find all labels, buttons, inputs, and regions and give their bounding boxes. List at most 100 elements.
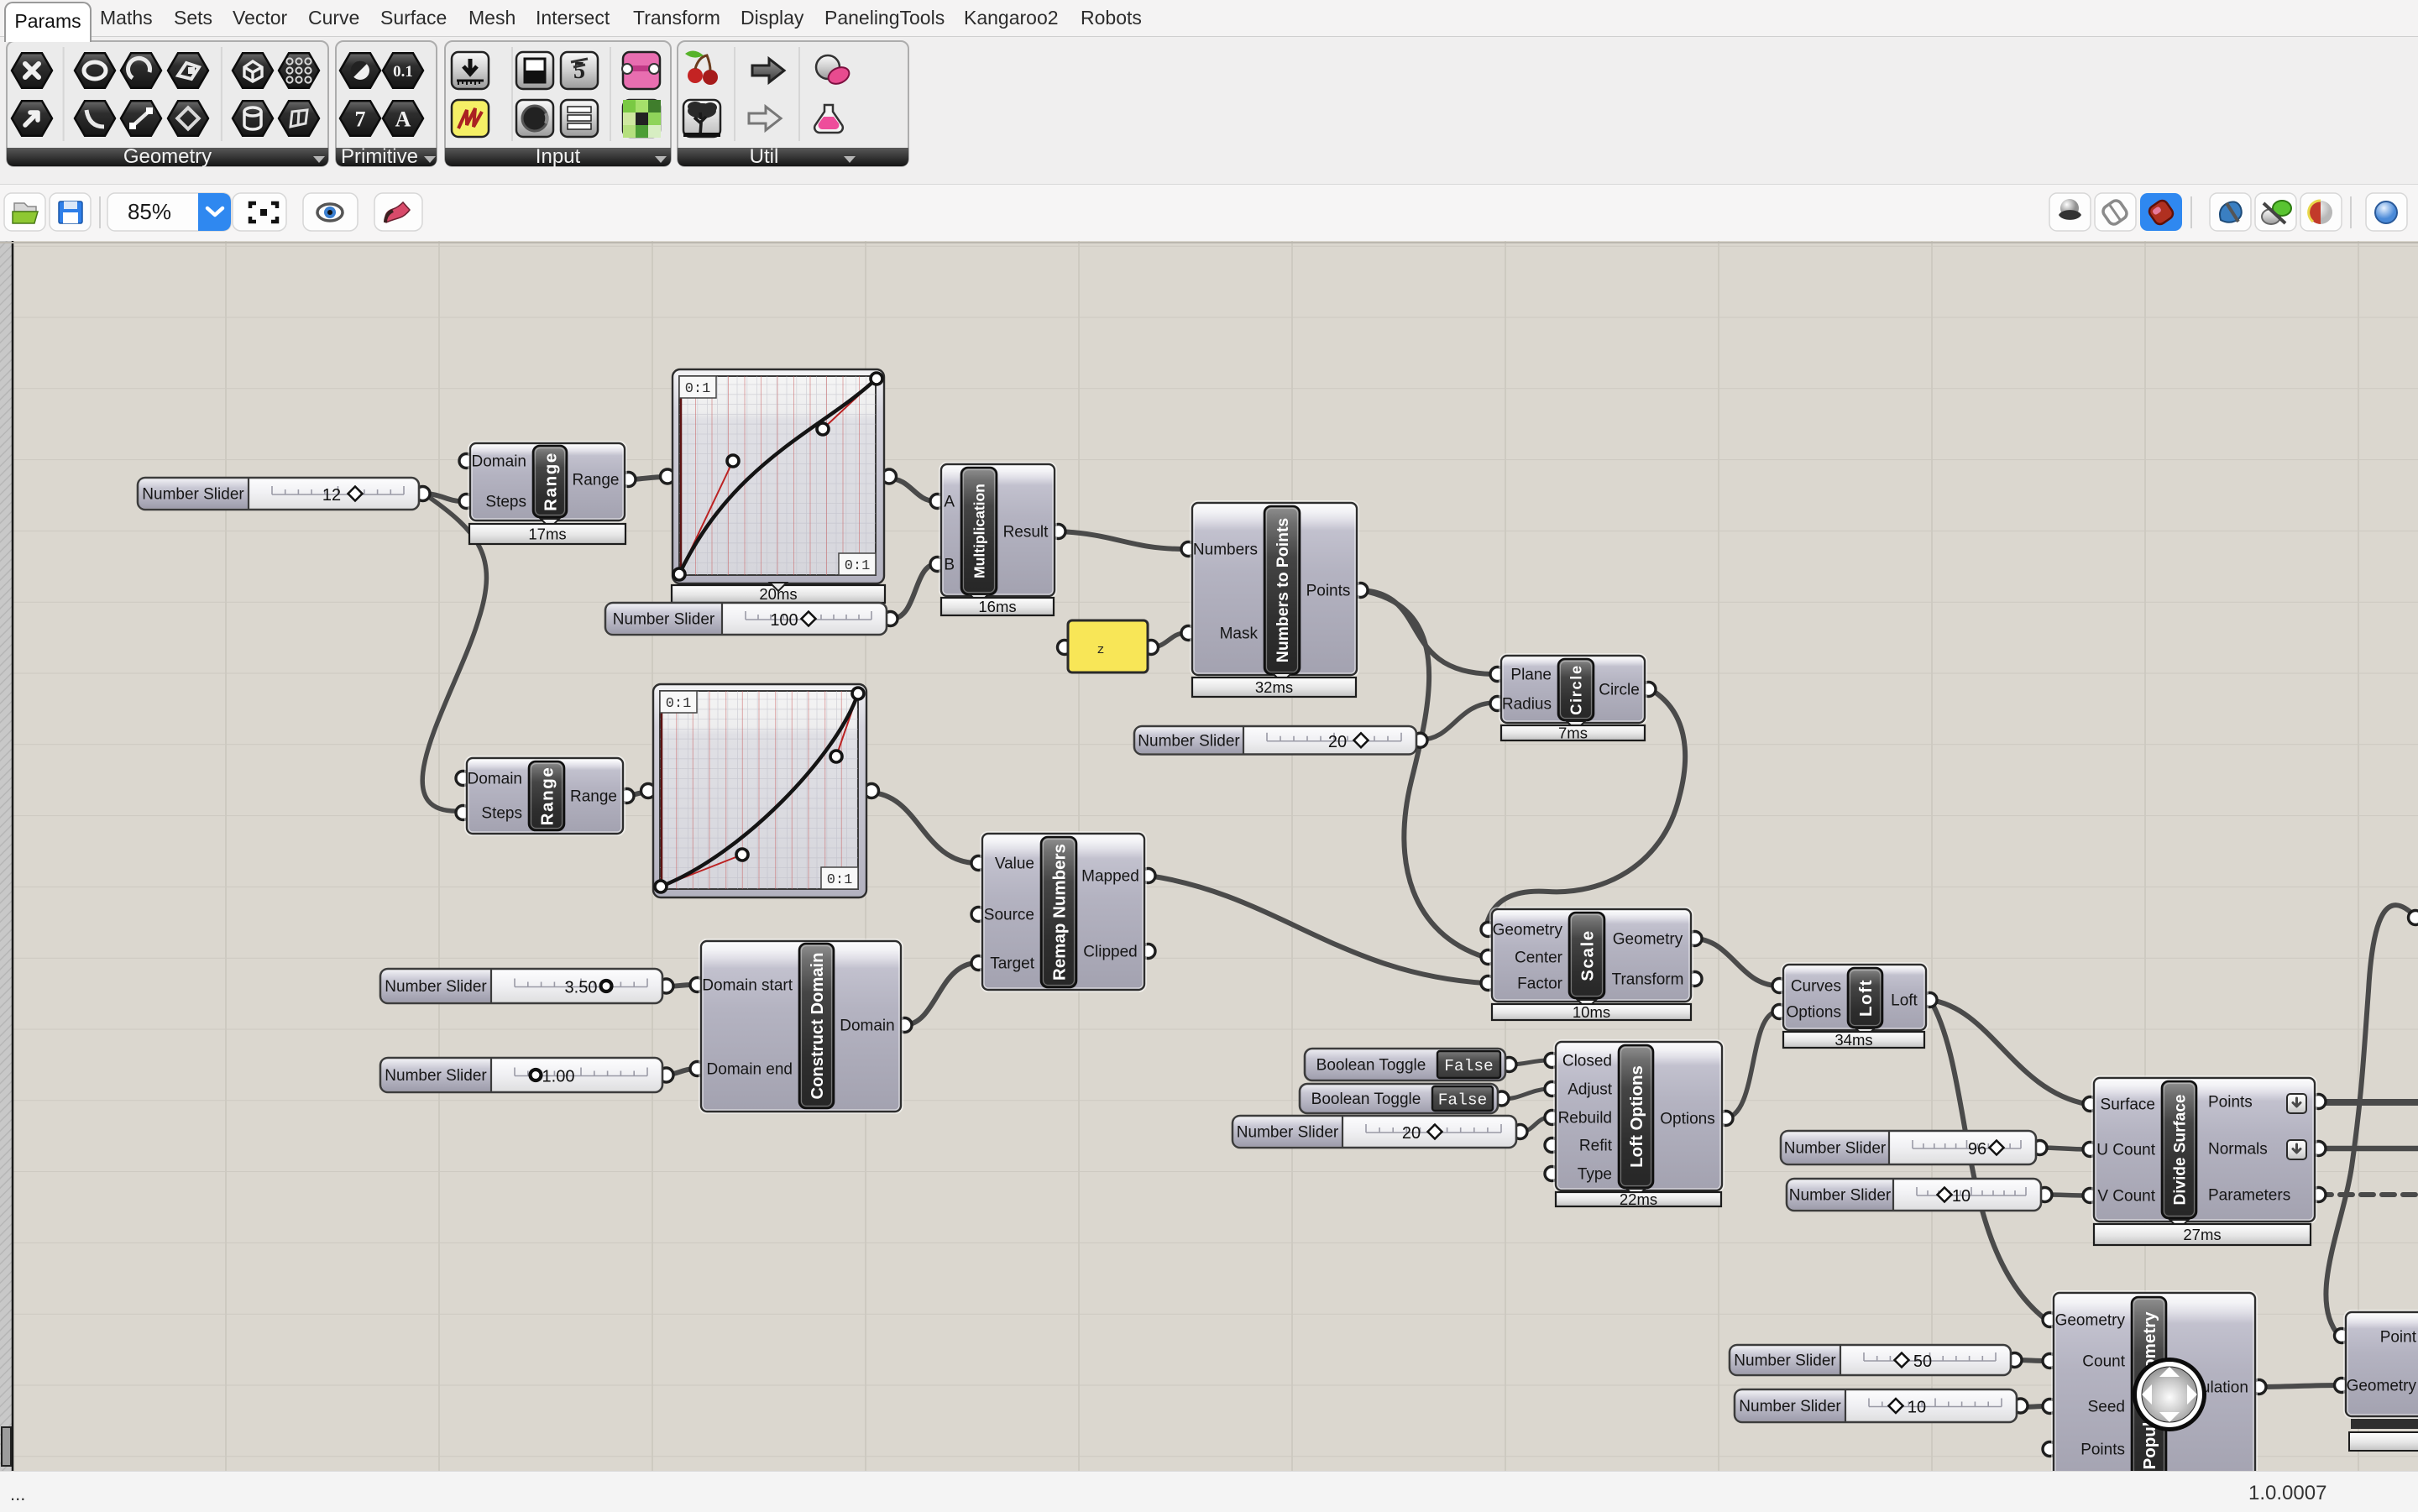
svg-text:3.50: 3.50 [565,979,598,997]
svg-text:Range: Range [573,472,620,489]
svg-text:Mapped: Mapped [1081,868,1139,886]
svg-text:Circle: Circle [1568,664,1585,714]
svg-text:Transform: Transform [1612,971,1684,989]
svg-text:50: 50 [1913,1352,1932,1371]
svg-text:z: z [1096,643,1104,657]
svg-text:Numbers: Numbers [1193,541,1258,559]
svg-text:Number Slider: Number Slider [1237,1124,1339,1142]
svg-text:Divide Surface: Divide Surface [2171,1095,2189,1206]
svg-text:Domain end: Domain end [707,1061,793,1079]
svg-text:Number Slider: Number Slider [1138,732,1240,750]
svg-text:10: 10 [1908,1399,1926,1417]
svg-text:Point: Point [2380,1329,2417,1347]
svg-text:34ms: 34ms [1834,1031,1872,1049]
svg-text:Source: Source [984,907,1034,924]
svg-text:Util: Util [750,145,779,168]
svg-text:Points: Points [2208,1094,2253,1112]
svg-text:A: A [395,107,411,131]
svg-text:Number Slider: Number Slider [613,611,715,629]
svg-text:Clipped: Clipped [1083,944,1137,961]
svg-text:Domain: Domain [468,771,522,788]
svg-text:V Count: V Count [2097,1188,2155,1206]
svg-text:Loft Options: Loft Options [1627,1065,1646,1168]
svg-text:Points: Points [2080,1441,2125,1459]
svg-text:Numbers to Points: Numbers to Points [1274,518,1292,662]
svg-text:Range: Range [541,452,560,511]
svg-text:Domain: Domain [472,453,526,471]
svg-text:Refit: Refit [1579,1138,1613,1155]
svg-text:1.00: 1.00 [542,1068,575,1086]
svg-text:Options: Options [1660,1111,1714,1128]
svg-text:Domain start: Domain start [702,977,793,995]
svg-text:16ms: 16ms [978,598,1016,615]
svg-text:Primitive: Primitive [341,145,418,168]
svg-text:Surface: Surface [2101,1096,2155,1114]
svg-text:85%: 85% [128,199,171,224]
svg-text:32ms: 32ms [1255,678,1293,696]
svg-text:Value: Value [995,855,1034,873]
svg-text:Number Slider: Number Slider [1784,1140,1887,1158]
svg-text:Parameters: Parameters [2208,1187,2290,1205]
svg-text:7: 7 [355,107,366,131]
svg-text:0:1: 0:1 [827,872,853,888]
svg-text:Geometry: Geometry [1613,931,1683,949]
svg-text:False: False [1444,1057,1494,1075]
svg-text:Domain: Domain [840,1018,894,1035]
svg-text:Mask: Mask [1220,625,1259,643]
svg-text:Geometry: Geometry [2347,1378,2417,1395]
svg-text:Circle: Circle [1599,682,1640,699]
svg-text:Input: Input [536,145,581,168]
svg-text:Target: Target [990,955,1035,973]
svg-text:Number Slider: Number Slider [385,1067,487,1085]
svg-text:Range: Range [570,788,617,806]
svg-text:Scale: Scale [1578,929,1597,981]
svg-text:Loft: Loft [1856,979,1876,1017]
svg-text:Steps: Steps [485,494,526,511]
svg-text:Curves: Curves [1791,978,1841,996]
svg-text:Radius: Radius [1502,696,1552,714]
svg-text:Seed: Seed [2088,1399,2125,1416]
svg-text:False: False [1438,1091,1488,1110]
svg-text:20: 20 [1402,1124,1421,1143]
svg-text:27ms: 27ms [2183,1226,2221,1243]
svg-text:Center: Center [1515,950,1563,967]
svg-text:0.1: 0.1 [393,63,413,81]
svg-text:10: 10 [1952,1187,1971,1206]
svg-text:12: 12 [322,486,341,505]
svg-text:Number Slider: Number Slider [1734,1352,1836,1370]
svg-text:0:1: 0:1 [845,558,871,574]
svg-text:Remap Numbers: Remap Numbers [1049,844,1069,981]
svg-text:Factor: Factor [1517,976,1563,993]
svg-text:17ms: 17ms [528,526,566,543]
svg-text:7ms: 7ms [1558,725,1588,742]
svg-text:Boolean Toggle: Boolean Toggle [1316,1057,1426,1075]
svg-text:Geometry: Geometry [123,145,212,168]
svg-text:Boolean Toggle: Boolean Toggle [1311,1091,1421,1108]
svg-text:100: 100 [770,611,798,630]
svg-text:10ms: 10ms [1573,1003,1610,1021]
svg-text:22ms: 22ms [1620,1190,1657,1208]
svg-text:Construct Domain: Construct Domain [809,953,827,1100]
svg-text:0:1: 0:1 [666,696,692,712]
svg-text:Steps: Steps [481,805,522,823]
svg-text:Number Slider: Number Slider [385,978,487,996]
svg-text:96: 96 [1968,1140,1986,1159]
svg-text:Count: Count [2082,1353,2125,1371]
svg-text:Geometry: Geometry [2055,1312,2126,1330]
svg-text:Number Slider: Number Slider [1739,1398,1841,1415]
svg-text:Result: Result [1003,524,1049,541]
svg-text:Closed: Closed [1562,1053,1612,1070]
svg-text:Loft: Loft [1891,992,1918,1010]
svg-text:U Count: U Count [2096,1142,2155,1159]
svg-text:Range: Range [537,766,557,826]
svg-text:Number Slider: Number Slider [1789,1187,1892,1205]
svg-text:20: 20 [1328,733,1347,751]
svg-text:Geometry: Geometry [1493,922,1563,939]
svg-text:Adjust: Adjust [1568,1081,1613,1099]
svg-text:Number Slider: Number Slider [142,486,244,504]
svg-text:B: B [944,557,955,574]
svg-text:Normals: Normals [2208,1141,2268,1159]
svg-text:Points: Points [1306,583,1351,600]
svg-text:Type: Type [1578,1166,1612,1184]
svg-text:A: A [944,494,955,511]
